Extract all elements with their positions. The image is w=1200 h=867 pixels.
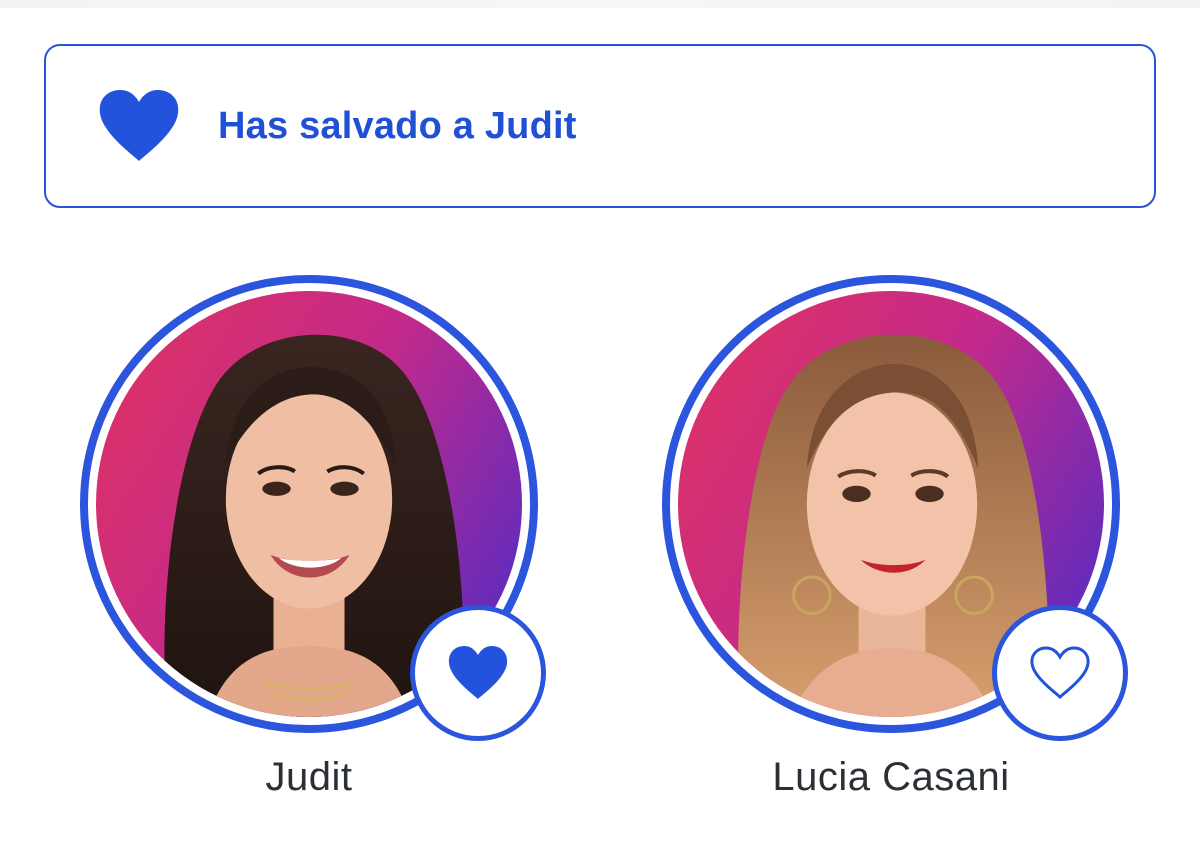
vote-result-screen: Has salvado a Judit Judit Lucia Casani [0,0,1200,867]
avatar-ring [80,275,546,741]
contestant-name: Lucia Casani [772,755,1010,799]
save-vote-button-lucia-casani[interactable] [992,605,1128,741]
top-strip [0,0,1200,8]
contestant-card-judit: Judit [80,275,550,799]
heart-outline-icon [1030,646,1090,700]
avatar-ring [662,275,1128,741]
contestant-card-lucia-casani: Lucia Casani [662,275,1132,799]
heart-filled-icon [448,646,508,699]
contestant-name: Judit [265,755,353,799]
heart-filled-icon [98,89,180,163]
save-vote-button-judit[interactable] [410,605,546,741]
confirmation-banner: Has salvado a Judit [44,44,1156,208]
banner-message: Has salvado a Judit [218,104,577,147]
